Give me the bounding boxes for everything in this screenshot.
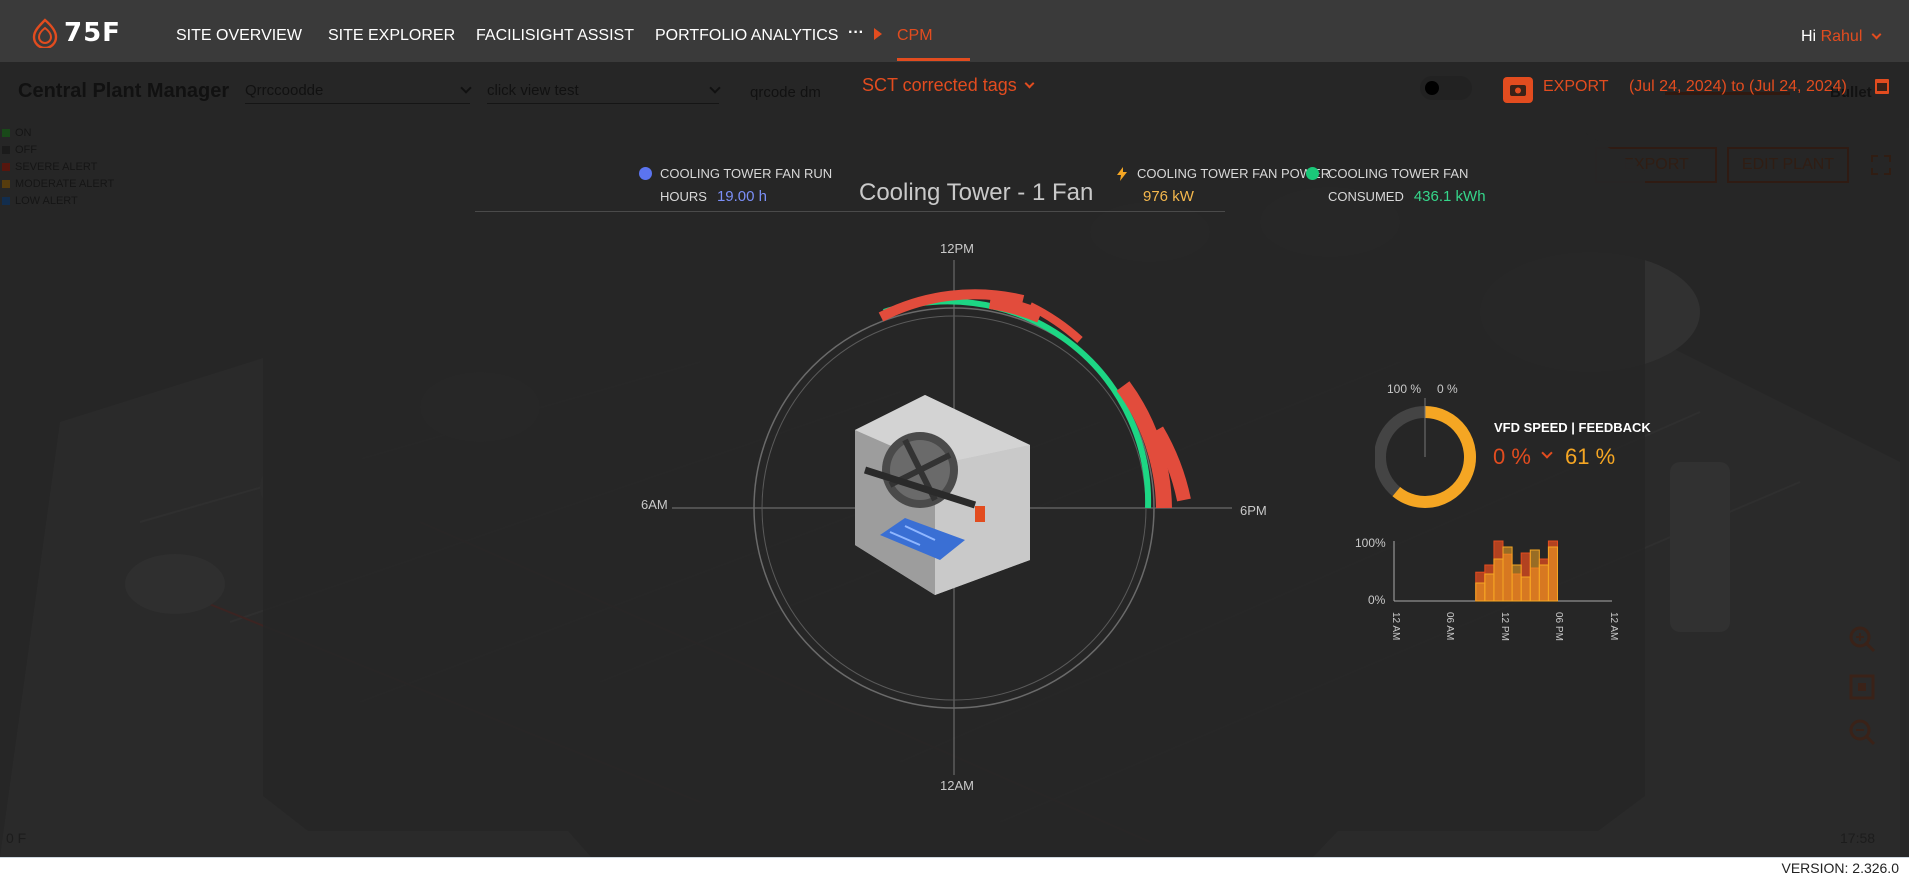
app-version: VERSION: 2.326.0	[1781, 860, 1899, 876]
chart-bar	[1538, 564, 1549, 602]
chart-bar	[1493, 558, 1504, 602]
chart-bar	[1520, 576, 1531, 602]
clock-label-12am: 12AM	[940, 778, 974, 793]
chart-bar	[1475, 582, 1486, 602]
vfd-gauge-arc	[1392, 406, 1476, 508]
footer-bar	[0, 857, 1909, 882]
clock-label-6pm: 6PM	[1240, 503, 1267, 518]
chart-y-tick-100: 100%	[1355, 536, 1386, 550]
chart-x-tick: 06 PM	[1553, 612, 1564, 641]
chart-bar	[1484, 573, 1495, 602]
vfd-feedback-value: 61 %	[1565, 444, 1616, 469]
runtime-radial-chart	[672, 260, 1232, 775]
cooling-tower-illustration	[855, 395, 1030, 595]
fit-to-screen-icon	[1849, 674, 1875, 700]
vfd-gauge-left-label: 100 %	[1387, 382, 1422, 396]
vfd-gauge	[1375, 398, 1476, 508]
chart-x-tick: 12 PM	[1499, 612, 1510, 641]
chart-x-tick: 12 AM	[1608, 612, 1619, 641]
vfd-speed-value: 0 %	[1493, 444, 1531, 469]
vfd-gauge-right-label: 0 %	[1437, 382, 1458, 396]
zoom-out-icon	[1849, 719, 1876, 746]
chart-x-tick: 12 AM	[1390, 612, 1401, 641]
chart-bar	[1502, 546, 1513, 602]
clock-label-6am: 6AM	[641, 497, 668, 512]
vfd-history-chart	[1393, 540, 1612, 602]
chart-x-tick: 06 AM	[1444, 612, 1455, 641]
clock-label-12pm: 12PM	[940, 241, 974, 256]
background-temperature: 0 F	[6, 830, 27, 846]
chart-bar	[1511, 564, 1522, 602]
chart-bar	[1547, 546, 1559, 602]
zoom-in-icon	[1849, 626, 1876, 653]
chart-bar	[1529, 549, 1540, 602]
chart-y-tick-0: 0%	[1368, 593, 1386, 607]
background-time: 17:58	[1840, 830, 1876, 846]
vfd-title: VFD SPEED | FEEDBACK	[1494, 420, 1651, 435]
